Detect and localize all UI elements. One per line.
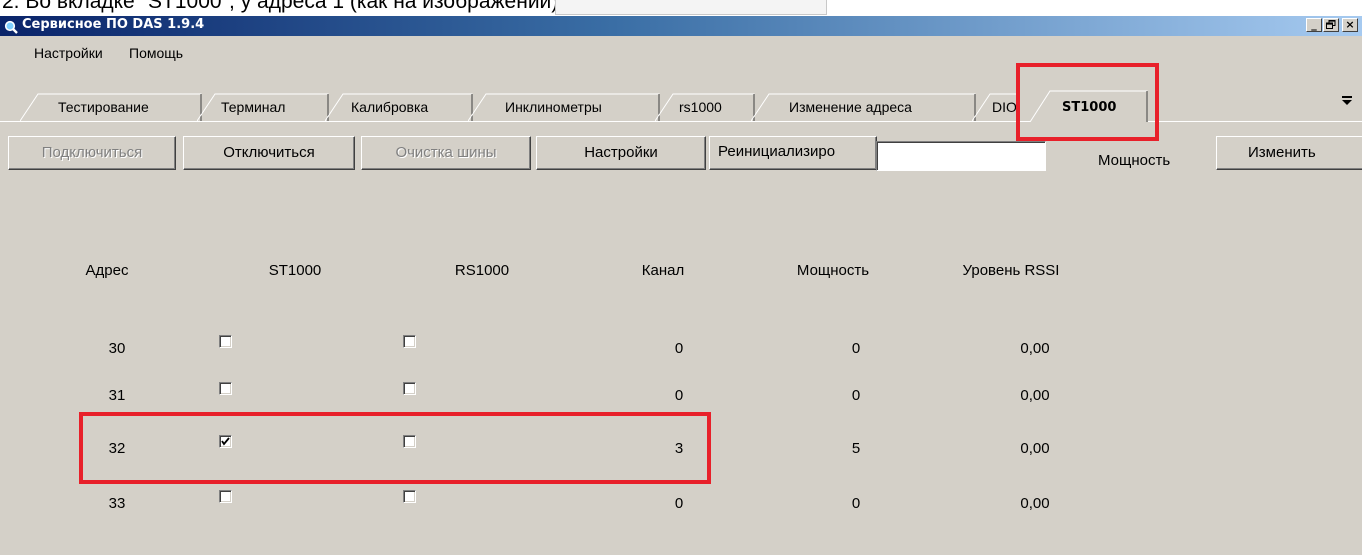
reinit-button[interactable]: Реинициализиро <box>709 136 877 170</box>
title-bar: Сервисное ПО DAS 1.9.4 _ × <box>0 16 1362 36</box>
tab-address-change-label: Изменение адреса <box>789 99 912 115</box>
window-title: Сервисное ПО DAS 1.9.4 <box>22 17 205 32</box>
st1000-checkbox[interactable] <box>219 435 232 448</box>
tab-terminal-label: Терминал <box>221 99 286 115</box>
address-cell: 33 <box>108 495 126 512</box>
reinit-input[interactable] <box>876 141 1046 171</box>
st1000-checkbox[interactable] <box>219 335 232 348</box>
menu-settings[interactable]: Настройки <box>34 45 103 61</box>
maximize-button[interactable] <box>1323 18 1339 32</box>
change-button[interactable]: Изменить <box>1216 136 1362 170</box>
power-cell: 0 <box>851 340 861 357</box>
table-row: 32 3 5 0,00 <box>0 430 1362 470</box>
table-row: 33 0 0 0,00 <box>0 485 1362 525</box>
connect-button[interactable]: Подключиться <box>8 136 176 170</box>
rs1000-checkbox[interactable] <box>403 490 416 503</box>
header-rssi: Уровень RSSI <box>962 262 1060 279</box>
tab-inclinometers-label: Инклинометры <box>505 99 602 115</box>
power-cell: 5 <box>851 440 861 457</box>
settings-button[interactable]: Настройки <box>536 136 706 170</box>
address-cell: 32 <box>108 440 126 457</box>
tab-calibration-label: Калибровка <box>351 99 429 115</box>
rssi-cell: 0,00 <box>1020 495 1050 512</box>
rs1000-checkbox[interactable] <box>403 382 416 395</box>
tab-st1000[interactable]: ST1000 <box>1030 89 1148 122</box>
overlay-box <box>555 0 827 15</box>
tab-st1000-label: ST1000 <box>1062 100 1117 115</box>
minimize-button[interactable]: _ <box>1306 18 1322 32</box>
st1000-checkbox[interactable] <box>219 490 232 503</box>
instruction-strip: 2. Во вкладке "ST1000", у адреса 1 (как … <box>0 0 1362 16</box>
minimize-icon: _ <box>1311 18 1317 31</box>
tab-testing-label: Тестирование <box>58 99 149 115</box>
dropdown-arrow-icon <box>1341 95 1353 110</box>
tab-dio-label: DIO <box>992 99 1017 115</box>
tab-baseline <box>0 121 1362 122</box>
address-cell: 30 <box>108 340 126 357</box>
address-cell: 31 <box>108 387 126 404</box>
tab-dio[interactable]: DIO <box>972 92 1020 121</box>
header-address: Адрес <box>85 262 129 279</box>
channel-cell: 3 <box>674 440 684 457</box>
tab-rs1000-label: rs1000 <box>679 99 722 115</box>
st1000-checkbox[interactable] <box>219 382 232 395</box>
power-label: Мощность <box>1098 152 1171 169</box>
tab-inclinometers[interactable]: Инклинометры <box>468 92 660 121</box>
power-cell: 0 <box>851 387 861 404</box>
header-channel: Канал <box>641 262 685 279</box>
tab-overflow-button[interactable] <box>1340 95 1354 110</box>
power-cell: 0 <box>851 495 861 512</box>
rs1000-checkbox[interactable] <box>403 335 416 348</box>
table-row: 31 0 0 0,00 <box>0 377 1362 417</box>
clear-bus-button[interactable]: Очистка шины <box>361 136 531 170</box>
header-rs1000: RS1000 <box>454 262 510 279</box>
rs1000-checkbox[interactable] <box>403 435 416 448</box>
rssi-cell: 0,00 <box>1020 387 1050 404</box>
channel-cell: 0 <box>674 340 684 357</box>
disconnect-button[interactable]: Отключиться <box>183 136 355 170</box>
channel-cell: 0 <box>674 495 684 512</box>
magnifier-app-icon <box>4 19 18 34</box>
header-power: Мощность <box>796 262 870 279</box>
tab-calibration[interactable]: Калибровка <box>325 92 473 121</box>
channel-cell: 0 <box>674 387 684 404</box>
close-button[interactable]: × <box>1342 18 1358 32</box>
close-icon: × <box>1345 18 1355 31</box>
menu-help[interactable]: Помощь <box>129 45 183 61</box>
rssi-cell: 0,00 <box>1020 340 1050 357</box>
tab-address-change[interactable]: Изменение адреса <box>751 92 976 121</box>
header-st1000: ST1000 <box>268 262 322 279</box>
tab-rs1000[interactable]: rs1000 <box>655 92 755 121</box>
restore-icon <box>1326 19 1336 32</box>
rssi-cell: 0,00 <box>1020 440 1050 457</box>
table-row: 30 0 0 0,00 <box>0 330 1362 370</box>
tab-terminal[interactable]: Терминал <box>197 92 329 121</box>
tab-testing[interactable]: Тестирование <box>20 92 202 121</box>
